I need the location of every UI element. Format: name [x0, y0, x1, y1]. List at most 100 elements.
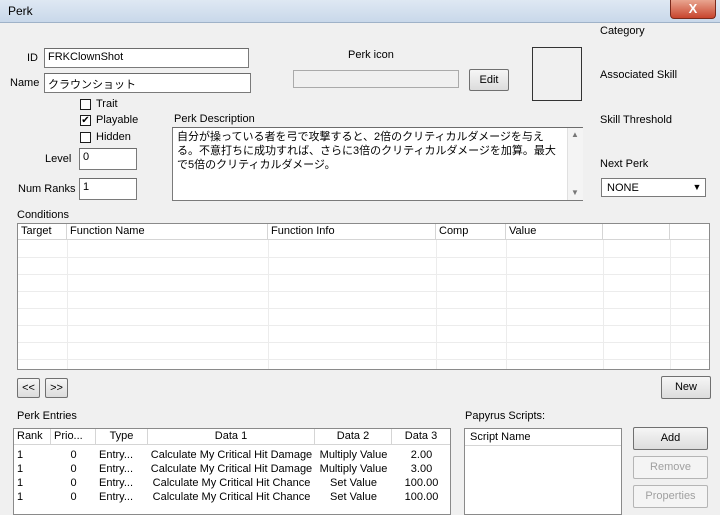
grid-line: [603, 240, 604, 369]
perk-icon-path-field[interactable]: [293, 70, 459, 88]
name-label: Name: [10, 77, 40, 89]
next-perk-dropdown[interactable]: NONE ▼: [601, 178, 706, 197]
category-label: Category: [600, 25, 645, 37]
cell-type: Entry...: [99, 449, 134, 461]
associated-skill-label: Associated Skill: [600, 69, 678, 81]
properties-button[interactable]: Properties: [633, 485, 708, 508]
table-row[interactable]: 1 0 Entry... Calculate My Critical Hit Dama…: [14, 448, 450, 462]
grid-line: [67, 240, 68, 369]
cell-rank: 1: [17, 491, 24, 503]
cell-data1: Calculate My Critical Hit Chance: [152, 491, 311, 503]
hidden-checkbox[interactable]: [80, 132, 91, 143]
cell-priority: 0: [70, 477, 77, 489]
trait-label: Trait: [96, 98, 118, 110]
conditions-col-function-name[interactable]: Function Name: [67, 224, 268, 240]
id-label: ID: [27, 52, 38, 64]
perk-icon-label: Perk icon: [348, 49, 394, 61]
conditions-table[interactable]: Target Function Name Function Info Comp …: [17, 223, 710, 370]
perk-entries-table[interactable]: Rank Prio... Type Data 1 Data 2 Data 3 1…: [13, 428, 451, 515]
next-perk-label: Next Perk: [600, 158, 649, 170]
conditions-next-button[interactable]: >>: [45, 378, 68, 398]
entries-col-type[interactable]: Type: [96, 429, 148, 445]
papyrus-scripts-list[interactable]: Script Name: [464, 428, 622, 515]
cell-rank: 1: [17, 477, 24, 489]
conditions-new-button[interactable]: New: [661, 376, 711, 399]
cell-data1: Calculate My Critical Hit Chance: [152, 477, 311, 489]
chevron-down-icon[interactable]: ▼: [689, 179, 705, 196]
description-text: 自分が操っている者を弓で攻撃すると、2倍のクリティカルダメージを与える。不意打ち…: [177, 131, 556, 171]
cell-data1: Calculate My Critical Hit Damage: [150, 449, 313, 461]
table-row[interactable]: 1 0 Entry... Calculate My Critical Hit Chan…: [14, 490, 450, 504]
entries-col-priority[interactable]: Prio...: [51, 429, 96, 445]
entries-col-data3[interactable]: Data 3: [392, 429, 450, 445]
cell-data1: Calculate My Critical Hit Damage: [150, 463, 313, 475]
edit-button[interactable]: Edit: [469, 69, 509, 91]
add-script-button[interactable]: Add: [633, 427, 708, 450]
title-bar[interactable]: Perk: [0, 0, 720, 23]
hidden-label: Hidden: [96, 131, 131, 143]
conditions-col-extra-2[interactable]: [670, 224, 709, 240]
table-row[interactable]: 1 0 Entry... Calculate My Critical Hit Dama…: [14, 462, 450, 476]
papyrus-col-script-name[interactable]: Script Name: [465, 429, 621, 446]
playable-label: Playable: [96, 114, 139, 126]
level-label: Level: [45, 153, 72, 165]
entries-col-rank[interactable]: Rank: [14, 429, 51, 445]
cell-type: Entry...: [99, 491, 134, 503]
cell-rank: 1: [17, 463, 24, 475]
conditions-col-value[interactable]: Value: [506, 224, 603, 240]
papyrus-label: Papyrus Scripts:: [465, 410, 546, 422]
cell-data3: 100.00: [404, 491, 439, 503]
grid-line: [18, 325, 709, 326]
cell-data2: Set Value: [330, 491, 377, 503]
table-row[interactable]: 1 0 Entry... Calculate My Critical Hit Chan…: [14, 476, 450, 490]
cell-type: Entry...: [99, 463, 134, 475]
close-button[interactable]: X: [670, 0, 716, 19]
cell-data2: Multiply Value: [319, 463, 388, 475]
cell-priority: 0: [70, 449, 77, 461]
remove-script-button[interactable]: Remove: [633, 456, 708, 479]
grid-line: [670, 240, 671, 369]
grid-line: [18, 274, 709, 275]
cell-data3: 2.00: [410, 449, 433, 461]
id-field[interactable]: FRKClownShot: [44, 48, 249, 68]
grid-line: [18, 257, 709, 258]
next-perk-value: NONE: [607, 182, 639, 194]
cell-priority: 0: [70, 463, 77, 475]
cell-data2: Set Value: [330, 477, 377, 489]
perk-icon-preview: [532, 47, 582, 101]
description-label: Perk Description: [174, 113, 255, 125]
name-field[interactable]: クラウンショット: [44, 73, 251, 93]
grid-line: [18, 308, 709, 309]
grid-line: [268, 240, 269, 369]
grid-line: [436, 240, 437, 369]
playable-checkbox[interactable]: ✔: [80, 115, 91, 126]
perk-entries-label: Perk Entries: [17, 410, 77, 422]
cell-priority: 0: [70, 491, 77, 503]
conditions-col-target[interactable]: Target: [18, 224, 67, 240]
conditions-col-extra-1[interactable]: [603, 224, 670, 240]
skill-threshold-label: Skill Threshold: [600, 114, 672, 126]
window-title: Perk: [8, 4, 33, 18]
scroll-up-icon[interactable]: ▲: [571, 130, 579, 139]
num-ranks-label: Num Ranks: [18, 183, 76, 195]
conditions-col-function-info[interactable]: Function Info: [268, 224, 436, 240]
grid-line: [18, 342, 709, 343]
description-scrollbar[interactable]: ▲ ▼: [567, 128, 583, 200]
cell-data2: Multiply Value: [319, 449, 388, 461]
trait-checkbox[interactable]: [80, 99, 91, 110]
level-field[interactable]: 0: [79, 148, 137, 170]
num-ranks-field[interactable]: 1: [79, 178, 137, 200]
entries-col-data2[interactable]: Data 2: [315, 429, 392, 445]
grid-line: [506, 240, 507, 369]
scroll-down-icon[interactable]: ▼: [571, 188, 579, 197]
conditions-col-comp[interactable]: Comp: [436, 224, 506, 240]
cell-type: Entry...: [99, 477, 134, 489]
conditions-prev-button[interactable]: <<: [17, 378, 40, 398]
description-textarea[interactable]: 自分が操っている者を弓で攻撃すると、2倍のクリティカルダメージを与える。不意打ち…: [172, 127, 583, 201]
grid-line: [18, 359, 709, 360]
grid-line: [18, 291, 709, 292]
conditions-label: Conditions: [17, 209, 69, 221]
entries-col-data1[interactable]: Data 1: [148, 429, 315, 445]
cell-rank: 1: [17, 449, 24, 461]
cell-data3: 3.00: [410, 463, 433, 475]
